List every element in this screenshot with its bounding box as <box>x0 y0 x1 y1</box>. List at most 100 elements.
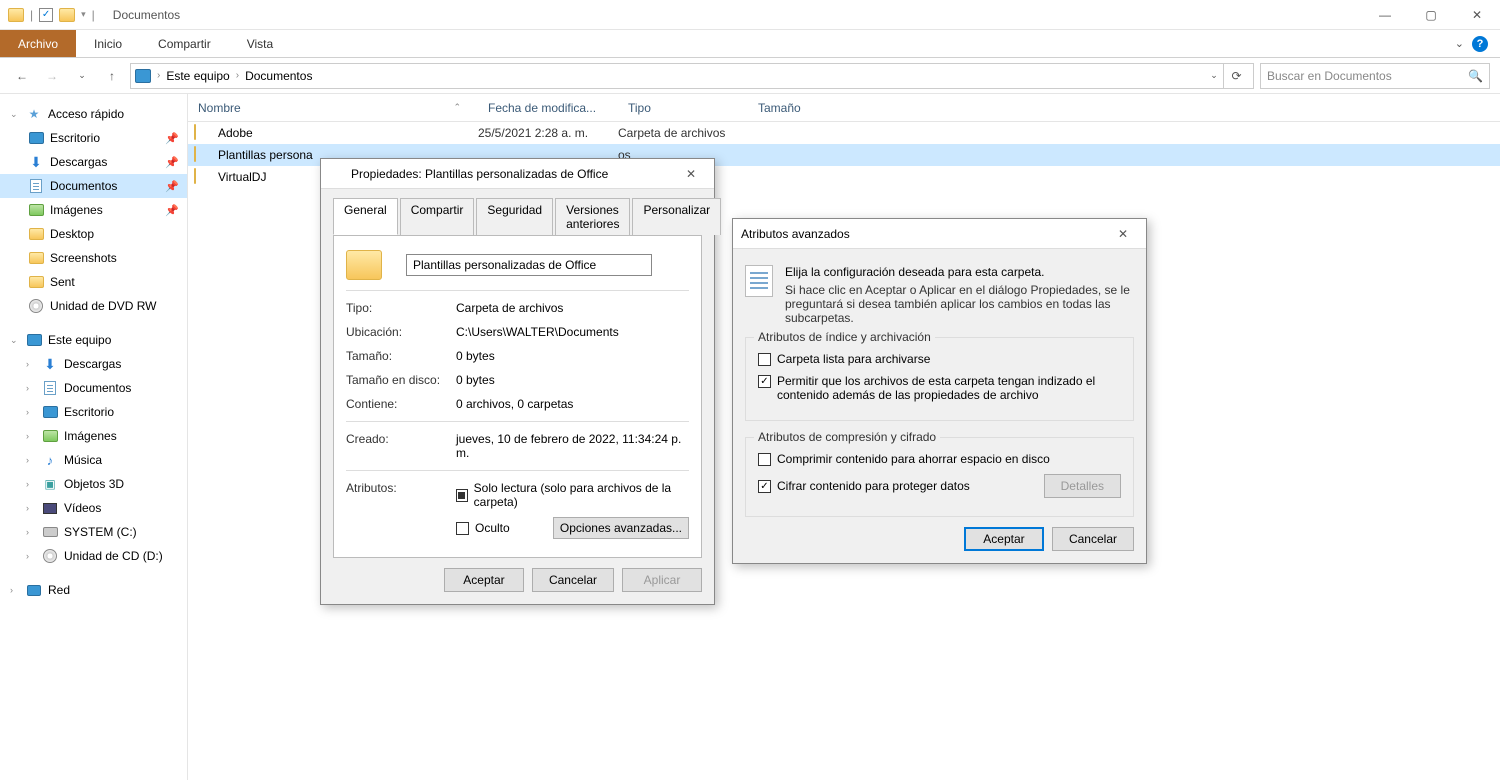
sidebar-item[interactable]: Desktop <box>0 222 187 246</box>
address-dropdown-icon[interactable]: ⌄ <box>1205 63 1223 89</box>
search-box[interactable]: Buscar en Documentos 🔍 <box>1260 63 1490 89</box>
column-size[interactable]: Tamaño <box>748 94 838 121</box>
expand-icon[interactable]: ⌄ <box>10 335 20 346</box>
maximize-button[interactable]: ▢ <box>1408 0 1454 30</box>
ribbon-tab-file[interactable]: Archivo <box>0 30 76 57</box>
expand-icon[interactable]: › <box>26 455 36 465</box>
expand-icon[interactable]: › <box>26 383 36 393</box>
expand-icon[interactable]: › <box>26 359 36 369</box>
qat-folder-icon[interactable] <box>59 8 75 22</box>
tab-versions[interactable]: Versiones anteriores <box>555 198 630 235</box>
dialog-titlebar[interactable]: Atributos avanzados ✕ <box>733 219 1146 249</box>
column-name[interactable]: Nombre ⌃ <box>188 94 478 121</box>
sidebar-item[interactable]: ⬇Descargas📌 <box>0 150 187 174</box>
folder-icon <box>29 252 44 264</box>
advanced-cancel-button[interactable]: Cancelar <box>1052 527 1134 551</box>
refresh-button[interactable]: ⟳ <box>1223 63 1249 89</box>
archive-checkbox[interactable] <box>758 353 771 366</box>
forward-button[interactable]: → <box>40 64 64 88</box>
properties-ok-button[interactable]: Aceptar <box>444 568 524 592</box>
sidebar-item[interactable]: ›Escritorio <box>0 400 187 424</box>
window-title: Documentos <box>113 8 180 22</box>
readonly-checkbox[interactable] <box>456 489 468 502</box>
sidebar-item[interactable]: Screenshots <box>0 246 187 270</box>
recent-dropdown-icon[interactable]: ⌄ <box>70 64 94 88</box>
readonly-label: Solo lectura (solo para archivos de la c… <box>474 481 689 509</box>
sidebar-item[interactable]: ›Documentos <box>0 376 187 400</box>
properties-dialog: Propiedades: Plantillas personalizadas d… <box>320 158 715 605</box>
sidebar-quick-access[interactable]: ⌄ ★ Acceso rápido <box>0 102 187 126</box>
breadcrumb-documents[interactable]: Documentos <box>245 69 312 83</box>
index-checkbox[interactable] <box>758 375 771 388</box>
column-type[interactable]: Tipo <box>618 94 748 121</box>
created-value: jueves, 10 de febrero de 2022, 11:34:24 … <box>456 432 689 460</box>
search-icon: 🔍 <box>1468 69 1483 83</box>
sidebar-item[interactable]: Imágenes📌 <box>0 198 187 222</box>
help-icon[interactable]: ? <box>1472 36 1488 52</box>
file-row[interactable]: Adobe25/5/2021 2:28 a. m.Carpeta de arch… <box>188 122 1500 144</box>
sidebar-item[interactable]: ›SYSTEM (C:) <box>0 520 187 544</box>
expand-icon[interactable]: › <box>10 585 20 595</box>
ribbon-tab-share[interactable]: Compartir <box>140 30 229 57</box>
expand-icon[interactable]: › <box>26 527 36 537</box>
column-date[interactable]: Fecha de modifica... <box>478 94 618 121</box>
tab-share[interactable]: Compartir <box>400 198 475 235</box>
sidebar-item[interactable]: Unidad de DVD RW <box>0 294 187 318</box>
advanced-ok-button[interactable]: Aceptar <box>964 527 1044 551</box>
ribbon-tab-view[interactable]: Vista <box>229 30 291 57</box>
expand-icon[interactable]: › <box>26 407 36 417</box>
expand-icon[interactable]: › <box>26 503 36 513</box>
dialog-close-button[interactable]: ✕ <box>1108 222 1138 246</box>
properties-tabs: General Compartir Seguridad Versiones an… <box>333 198 702 236</box>
hidden-checkbox[interactable] <box>456 522 469 535</box>
details-button[interactable]: Detalles <box>1044 474 1121 498</box>
sidebar-item[interactable]: ›⬇Descargas <box>0 352 187 376</box>
sidebar-item-label: Sent <box>50 275 179 289</box>
properties-apply-button[interactable]: Aplicar <box>622 568 702 592</box>
advanced-attributes-dialog: Atributos avanzados ✕ Elija la configura… <box>732 218 1147 564</box>
tab-security[interactable]: Seguridad <box>476 198 553 235</box>
expand-icon[interactable]: ⌄ <box>10 109 20 120</box>
qat-properties-icon[interactable]: ✓ <box>39 8 53 22</box>
close-button[interactable]: ✕ <box>1454 0 1500 30</box>
address-bar[interactable]: › Este equipo › Documentos ⌄ ⟳ <box>130 63 1254 89</box>
breadcrumb-sep-icon[interactable]: › <box>157 70 160 81</box>
breadcrumb-sep-icon[interactable]: › <box>236 70 239 81</box>
folder-name-input[interactable] <box>406 254 652 276</box>
back-button[interactable]: ← <box>10 64 34 88</box>
sidebar-item[interactable]: › Vídeos <box>0 496 187 520</box>
dialog-titlebar[interactable]: Propiedades: Plantillas personalizadas d… <box>321 159 714 189</box>
group-legend: Atributos de índice y archivación <box>754 330 935 344</box>
expand-icon[interactable]: › <box>26 431 36 441</box>
tab-general[interactable]: General <box>333 198 398 235</box>
encrypt-checkbox[interactable] <box>758 480 771 493</box>
sidebar-item[interactable]: Escritorio📌 <box>0 126 187 150</box>
tab-customize[interactable]: Personalizar <box>632 198 721 235</box>
sidebar-network[interactable]: › Red <box>0 578 187 602</box>
compress-checkbox[interactable] <box>758 453 771 466</box>
pin-icon: 📌 <box>165 180 179 193</box>
sidebar-item[interactable]: ›Imágenes <box>0 424 187 448</box>
dialog-close-button[interactable]: ✕ <box>676 162 706 186</box>
sidebar-item[interactable]: Sent <box>0 270 187 294</box>
sidebar-item[interactable]: Documentos📌 <box>0 174 187 198</box>
sidebar-this-pc[interactable]: ⌄ Este equipo <box>0 328 187 352</box>
advanced-options-button[interactable]: Opciones avanzadas... <box>553 517 689 539</box>
properties-cancel-button[interactable]: Cancelar <box>532 568 614 592</box>
ribbon-collapse-icon[interactable]: ⌄ <box>1455 37 1464 50</box>
minimize-button[interactable]: — <box>1362 0 1408 30</box>
sidebar-item[interactable]: ›Unidad de CD (D:) <box>0 544 187 568</box>
breadcrumb-thispc[interactable]: Este equipo <box>166 69 229 83</box>
expand-icon[interactable]: › <box>26 479 36 489</box>
sidebar-item[interactable]: ›♪Música <box>0 448 187 472</box>
up-button[interactable]: ↑ <box>100 64 124 88</box>
qat-dropdown-icon[interactable]: ▾ <box>81 9 86 20</box>
sidebar-item-label: Vídeos <box>64 501 179 515</box>
sidebar-item-label: Escritorio <box>50 131 159 145</box>
ribbon-tab-home[interactable]: Inicio <box>76 30 140 57</box>
expand-icon[interactable]: › <box>26 551 36 561</box>
contains-label: Contiene: <box>346 397 456 411</box>
qat-separator: | <box>30 8 33 22</box>
sort-indicator-icon: ⌃ <box>453 102 461 113</box>
sidebar-item[interactable]: ›▣Objetos 3D <box>0 472 187 496</box>
